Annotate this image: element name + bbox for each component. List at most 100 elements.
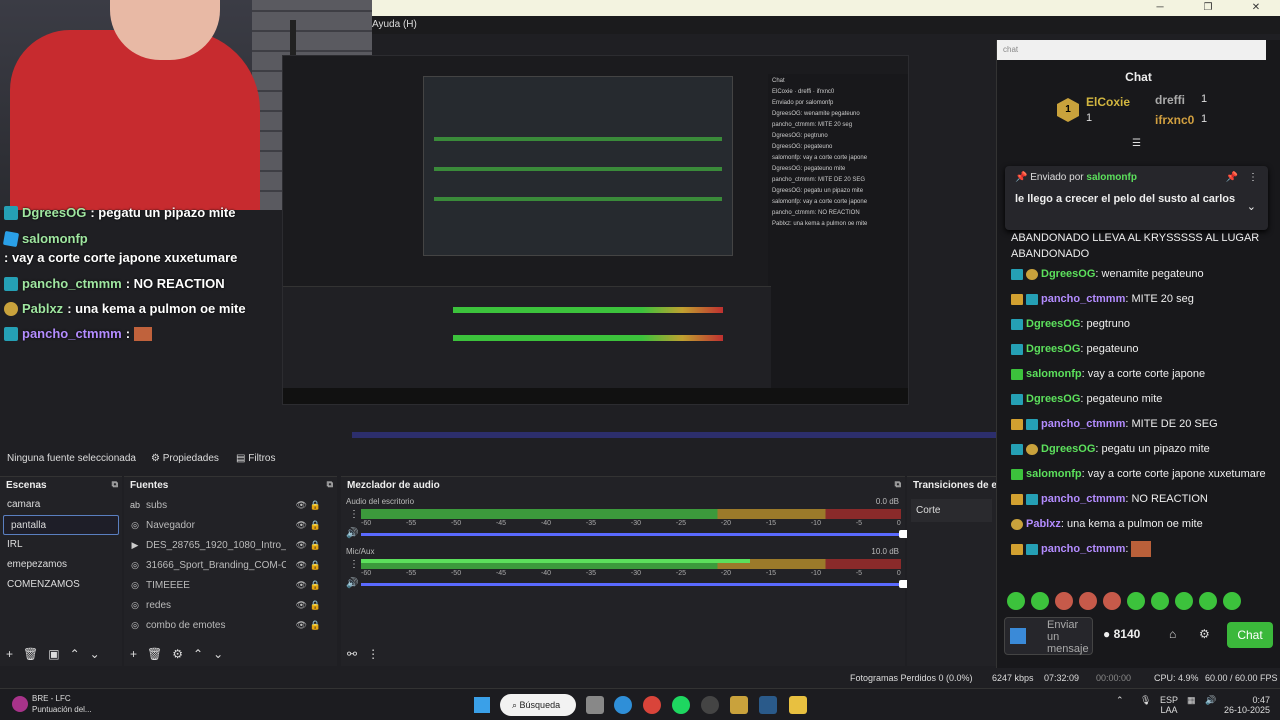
chat-badge-icon[interactable] xyxy=(1011,393,1023,405)
chat-username[interactable]: salomonfp xyxy=(1026,468,1082,480)
track-menu-icon[interactable]: ⋮ xyxy=(349,559,359,570)
visibility-icon[interactable]: 👁 xyxy=(296,540,307,551)
channel-points[interactable]: ● 8140 xyxy=(1103,627,1140,641)
file-explorer-icon[interactable] xyxy=(586,696,604,714)
chat-badge-icon[interactable] xyxy=(1026,418,1038,430)
source-item[interactable]: ▶ DES_28765_1920_1080_Intro_Short_ 👁🔒 xyxy=(124,535,337,555)
volume-slider[interactable] xyxy=(361,530,909,538)
taskbar-search[interactable]: ⌕ Búsqueda xyxy=(500,694,576,716)
chat-username[interactable]: salomonfp xyxy=(1026,368,1082,380)
preview-canvas[interactable]: Chat ElCoxie · dreffi · ifrxnc0 Enviado po… xyxy=(282,55,909,405)
chat-badge-icon[interactable] xyxy=(1026,268,1038,280)
chevron-down-icon[interactable]: ⌄ xyxy=(1247,200,1256,213)
chat-badge-icon[interactable] xyxy=(1011,418,1023,430)
taskbar-media-widget[interactable]: BRE - LFC Puntuación del... xyxy=(12,693,92,715)
more-icon[interactable]: ⋮ xyxy=(1248,172,1258,183)
lock-icon[interactable]: 🔒 xyxy=(310,560,321,571)
lock-icon[interactable]: 🔒 xyxy=(310,600,321,611)
chat-username[interactable]: pancho_ctmmm xyxy=(1041,418,1125,430)
visibility-icon[interactable]: 👁 xyxy=(296,500,307,511)
emote-icon[interactable] xyxy=(1055,592,1073,610)
add-source-button[interactable]: + xyxy=(130,647,137,661)
leader-2-name[interactable]: dreffi xyxy=(1155,93,1185,107)
chat-badge-icon[interactable] xyxy=(1026,493,1038,505)
chat-input[interactable]: Enviar un mensaje xyxy=(1004,617,1093,655)
move-down-button[interactable]: ⌄ xyxy=(213,647,223,661)
leader-1-name[interactable]: ElCoxie xyxy=(1086,95,1130,109)
chat-username[interactable]: pancho_ctmmm xyxy=(1041,543,1125,555)
visibility-icon[interactable]: 👁 xyxy=(296,520,307,531)
chat-badge-icon[interactable] xyxy=(1011,468,1023,480)
visibility-icon[interactable]: 👁 xyxy=(296,620,307,631)
language-indicator[interactable]: ESP LAA xyxy=(1160,695,1178,715)
source-settings-button[interactable]: ⚙ xyxy=(172,647,183,661)
chat-badge-icon[interactable] xyxy=(1011,368,1023,380)
emote-icon[interactable] xyxy=(1151,592,1169,610)
menu-help[interactable]: Ayuda (H) xyxy=(372,16,417,34)
mute-icon[interactable]: 🔊 xyxy=(346,528,358,539)
source-item[interactable]: ◎ TIMEEEE 👁 🔒 xyxy=(124,575,337,595)
move-up-button[interactable]: ⌃ xyxy=(70,647,80,661)
chrome-icon[interactable] xyxy=(643,696,661,714)
emote-icon[interactable] xyxy=(1127,592,1145,610)
scene-item[interactable]: emepezamos xyxy=(0,555,122,575)
move-down-button[interactable]: ⌄ xyxy=(90,647,100,661)
source-item[interactable]: ◎ 31666_Sport_Branding_COM-CL.gif 👁🔒 xyxy=(124,555,337,575)
remove-scene-button[interactable]: 🗑 xyxy=(23,647,38,661)
popout-icon[interactable]: ⧉ xyxy=(327,479,333,490)
chat-username[interactable]: pancho_ctmmm xyxy=(1041,293,1125,305)
scene-item[interactable]: COMENZAMOS xyxy=(0,575,122,595)
store-icon[interactable]: ⌂ xyxy=(1169,627,1176,641)
visibility-icon[interactable]: 👁 xyxy=(296,560,307,571)
chat-badge-icon[interactable] xyxy=(1011,343,1023,355)
scene-item[interactable]: camara xyxy=(0,495,122,515)
mic-icon[interactable]: 🎙 xyxy=(1140,695,1151,705)
chat-badge-icon[interactable] xyxy=(1011,443,1023,455)
visibility-icon[interactable]: 👁 xyxy=(296,600,307,611)
emote-icon[interactable] xyxy=(1223,592,1241,610)
scene-filter-button[interactable]: ▣ xyxy=(48,647,59,661)
app-icon[interactable] xyxy=(730,696,748,714)
chat-username[interactable]: DgreesOG xyxy=(1026,318,1080,330)
chat-badge-icon[interactable] xyxy=(1011,518,1023,530)
properties-button[interactable]: ⚙ Propiedades xyxy=(151,453,219,464)
lock-icon[interactable]: 🔒 xyxy=(310,540,321,551)
popout-icon[interactable]: ⧉ xyxy=(895,479,901,490)
transition-select[interactable]: Corte xyxy=(911,499,992,522)
chat-url-bar[interactable]: chat xyxy=(997,40,1266,60)
lock-icon[interactable]: 🔒 xyxy=(310,620,321,631)
obs-icon[interactable] xyxy=(701,696,719,714)
source-item[interactable]: ab subs 👁 🔒 xyxy=(124,495,337,515)
network-icon[interactable]: ▦ xyxy=(1187,695,1196,705)
move-up-button[interactable]: ⌃ xyxy=(193,647,203,661)
chat-username[interactable]: Pablxz xyxy=(1026,518,1061,530)
lock-icon[interactable]: 🔒 xyxy=(310,580,321,591)
filters-button[interactable]: ▤ Filtros xyxy=(236,453,275,464)
chat-badge-icon[interactable] xyxy=(1026,443,1038,455)
steam-icon[interactable] xyxy=(759,696,777,714)
source-item[interactable]: ◎ Navegador 👁 🔒 xyxy=(124,515,337,535)
preview-scrollbar[interactable] xyxy=(352,432,1002,438)
close-button[interactable]: ✕ xyxy=(1232,0,1280,16)
chat-badge-icon[interactable] xyxy=(1026,543,1038,555)
edge-icon[interactable] xyxy=(614,696,632,714)
mute-icon[interactable]: 🔊 xyxy=(346,578,358,589)
popout-icon[interactable]: ⧉ xyxy=(112,479,118,490)
chat-username[interactable]: DgreesOG xyxy=(1041,268,1095,280)
chat-badge-icon[interactable] xyxy=(1011,318,1023,330)
volume-slider[interactable] xyxy=(361,580,909,588)
windows-start-icon[interactable] xyxy=(474,697,490,713)
chat-username[interactable]: DgreesOG xyxy=(1041,443,1095,455)
chat-badge-icon[interactable] xyxy=(1011,268,1023,280)
spotify-icon[interactable] xyxy=(672,696,690,714)
tray-chevron-icon[interactable]: ⌃ xyxy=(1116,695,1124,705)
maximize-button[interactable]: ❐ xyxy=(1184,0,1232,16)
chat-badge-icon[interactable] xyxy=(1011,543,1023,555)
chat-username[interactable]: DgreesOG xyxy=(1026,393,1080,405)
emote-icon[interactable] xyxy=(1031,592,1049,610)
volume-icon[interactable]: 🔊 xyxy=(1205,695,1216,705)
scene-item[interactable]: pantalla xyxy=(3,515,119,535)
pin-icon[interactable]: 📌 xyxy=(1226,172,1238,183)
emote-icon[interactable] xyxy=(1175,592,1193,610)
chat-badge-icon[interactable] xyxy=(1026,293,1038,305)
